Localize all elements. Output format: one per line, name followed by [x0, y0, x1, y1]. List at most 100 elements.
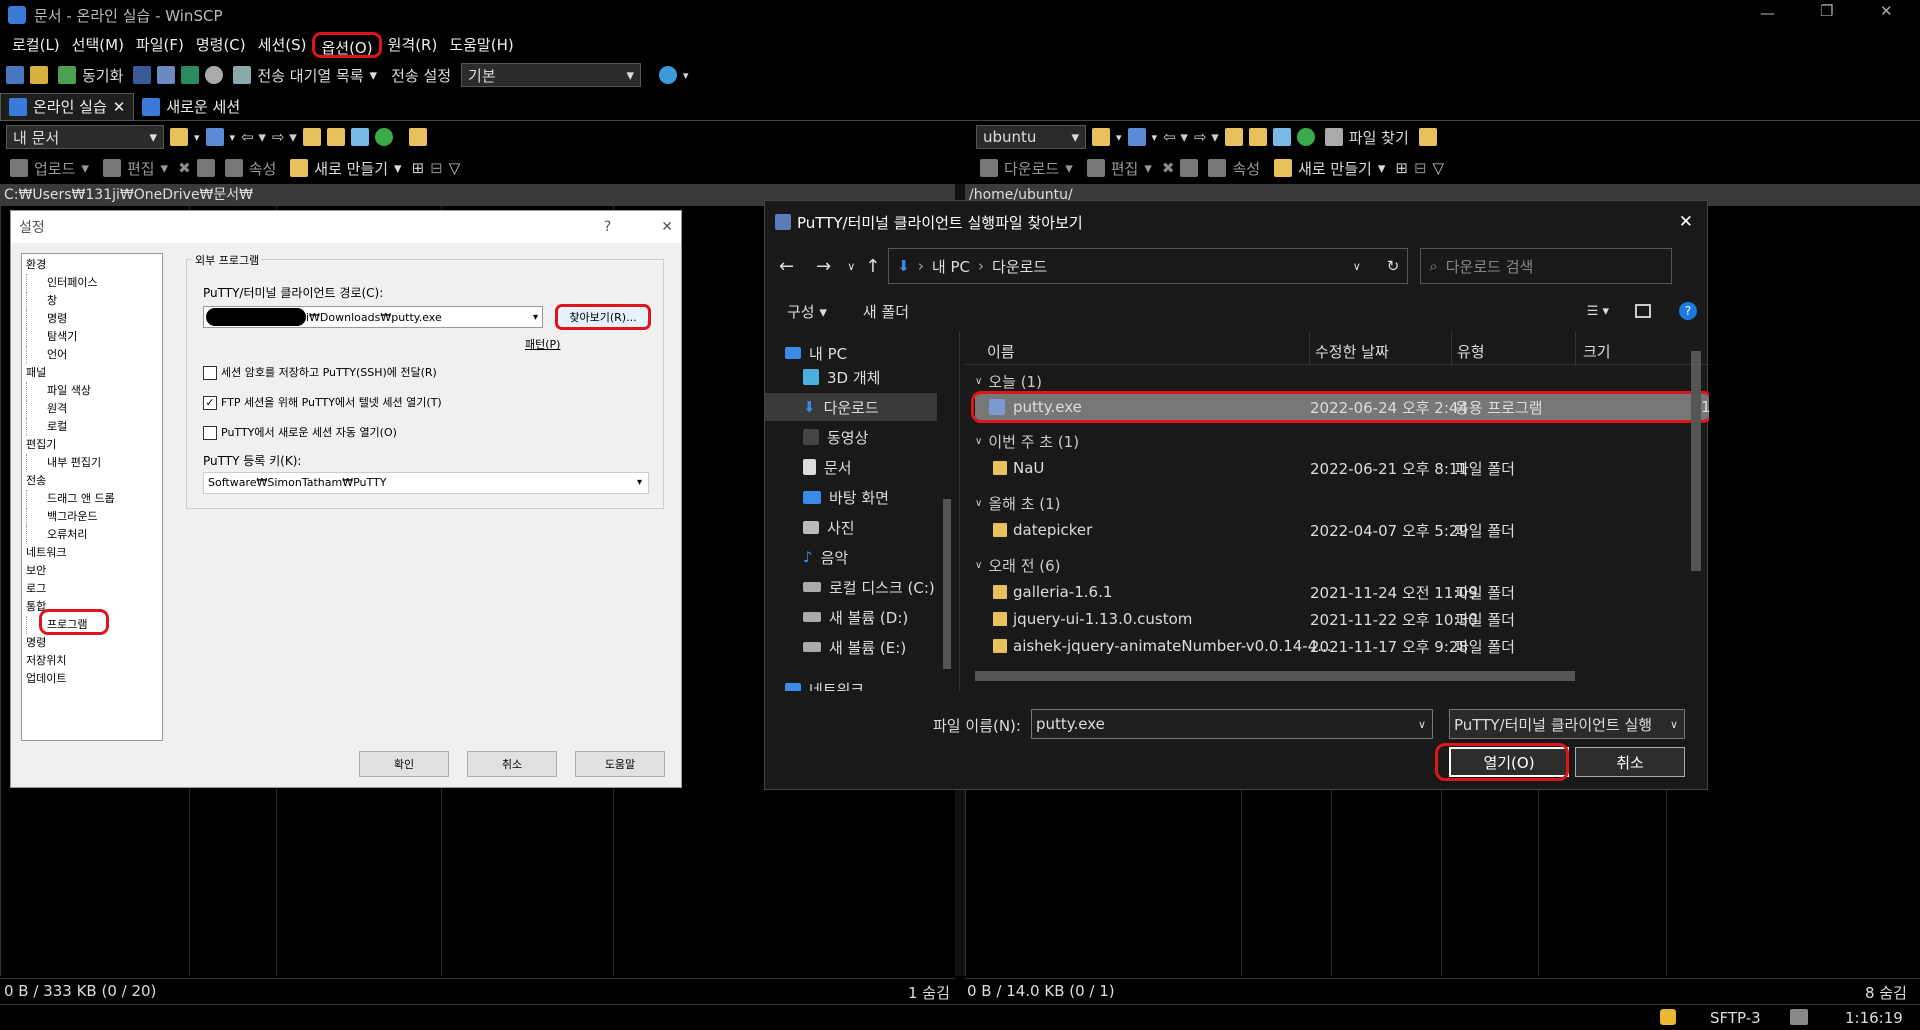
settings-tree-item[interactable]: 환경: [26, 256, 158, 274]
settings-tree-item[interactable]: 창: [26, 292, 158, 310]
breadcrumb-my-pc[interactable]: 내 PC: [932, 256, 970, 277]
settings-tree-item[interactable]: 로컬: [26, 418, 158, 436]
select-filter-icon[interactable]: ▽: [1433, 159, 1445, 177]
left-edit-button[interactable]: 편집 ▾: [99, 158, 172, 179]
refresh-icon[interactable]: [374, 128, 393, 146]
sidebar-volume-e[interactable]: 새 볼륨 (E:): [803, 633, 906, 661]
help-icon[interactable]: ?: [604, 219, 611, 235]
sidebar-downloads[interactable]: ⬇ 다운로드: [765, 393, 937, 421]
settings-tree-item[interactable]: 네트워크: [26, 544, 158, 562]
home-icon[interactable]: [350, 128, 369, 146]
upload-button[interactable]: 업로드 ▾: [6, 158, 93, 179]
file-list-hscrollbar[interactable]: [975, 671, 1575, 681]
transfer-preset-select[interactable]: 기본 ▾: [461, 63, 642, 87]
parent-folder-icon[interactable]: [302, 128, 321, 146]
back-arrow-icon[interactable]: ⇦ ▾: [241, 128, 266, 146]
right-new-button[interactable]: 새로 만들기 ▾: [1270, 158, 1389, 179]
search-box[interactable]: ⌕ 다운로드 검색: [1420, 248, 1673, 284]
sidebar-desktop[interactable]: 바탕 화면: [803, 483, 889, 511]
settings-tree-item[interactable]: 백그라운드: [26, 508, 158, 526]
deselect-icon[interactable]: ⊟: [430, 159, 443, 177]
left-properties-button[interactable]: 속성: [221, 158, 281, 179]
browse-button[interactable]: 찾아보기(R)...: [555, 304, 651, 330]
deselect-icon[interactable]: ⊟: [1414, 159, 1427, 177]
transfer-globe-icon[interactable]: [659, 66, 678, 84]
file-dialog-close-icon[interactable]: ✕: [1679, 212, 1693, 232]
settings-tree-item[interactable]: 오류처리: [26, 526, 158, 544]
file-row-datepicker[interactable]: datepicker 2022-04-07 오후 5:29 파일 폴더: [975, 517, 1709, 543]
bookmark-folder-icon[interactable]: [408, 128, 427, 146]
preferences-gear-icon[interactable]: [205, 66, 224, 84]
chevron-down-icon[interactable]: ∨: [1353, 260, 1361, 273]
compare-icon[interactable]: [6, 66, 24, 84]
back-arrow-icon[interactable]: ←: [779, 256, 794, 277]
delete-icon[interactable]: ✖: [178, 159, 191, 177]
settings-tree-item[interactable]: 파일 색상: [26, 382, 158, 400]
root-folder-icon[interactable]: [1248, 128, 1267, 146]
refresh-icon[interactable]: ↻: [1387, 257, 1400, 275]
synchronize-button[interactable]: 동기화: [54, 65, 127, 86]
refresh-icon[interactable]: [1296, 128, 1315, 146]
settings-tree-item[interactable]: 보안: [26, 562, 158, 580]
close-button[interactable]: ✕: [1880, 2, 1893, 20]
settings-tree-item[interactable]: 패널: [26, 364, 158, 382]
menu-remote[interactable]: 원격(R): [382, 32, 444, 58]
download-button[interactable]: 다운로드 ▾: [976, 158, 1077, 179]
tab-close-icon[interactable]: ✕: [113, 98, 126, 116]
breadcrumb-downloads[interactable]: 다운로드: [992, 256, 1047, 277]
settings-tree-item[interactable]: 업데이트: [26, 670, 158, 688]
menu-commands[interactable]: 명령(C): [190, 32, 252, 58]
sidebar-pictures[interactable]: 사진: [803, 513, 855, 541]
filter-icon[interactable]: [1127, 128, 1146, 146]
col-type[interactable]: 유형: [1457, 341, 1485, 362]
root-folder-icon[interactable]: [326, 128, 345, 146]
menu-file[interactable]: 파일(F): [130, 32, 190, 58]
sidebar-volume-d[interactable]: 새 볼륨 (D:): [803, 603, 908, 631]
settings-tree-item[interactable]: 명령: [26, 310, 158, 328]
forward-arrow-icon[interactable]: →: [816, 256, 831, 277]
sidebar-network[interactable]: 네트워크: [785, 675, 864, 691]
home-icon[interactable]: [1272, 128, 1291, 146]
sync-browse-icon[interactable]: [30, 66, 48, 84]
settings-tree-item[interactable]: 드래그 앤 드롭: [26, 490, 158, 508]
sidebar-scrollbar[interactable]: [943, 499, 951, 669]
menu-select[interactable]: 선택(M): [66, 32, 130, 58]
filename-input[interactable]: putty.exe ∨: [1031, 709, 1433, 739]
view-options-icon[interactable]: ☰ ▾: [1587, 304, 1609, 319]
chevron-down-icon[interactable]: ∨: [847, 260, 855, 273]
console-icon[interactable]: [133, 66, 152, 84]
settings-tree-item[interactable]: 저장위치: [26, 652, 158, 670]
ok-button[interactable]: 확인: [359, 751, 449, 777]
settings-tree-item[interactable]: 명령: [26, 634, 158, 652]
delete-icon[interactable]: ✖: [1162, 159, 1175, 177]
right-properties-button[interactable]: 속성: [1204, 158, 1264, 179]
filter-icon[interactable]: [205, 128, 224, 146]
settings-tree-item[interactable]: 원격: [26, 400, 158, 418]
settings-help-button[interactable]: 도움말: [575, 751, 665, 777]
up-arrow-icon[interactable]: ↑: [865, 256, 880, 277]
select-all-icon[interactable]: ⊞: [412, 159, 425, 177]
patterns-link[interactable]: 패턴(P): [525, 336, 560, 352]
back-arrow-icon[interactable]: ⇦ ▾: [1163, 128, 1188, 146]
address-bar[interactable]: ⬇ › 내 PC › 다운로드 ∨ ↻: [888, 248, 1409, 284]
menu-options[interactable]: 옵션(O): [312, 32, 382, 58]
select-all-icon[interactable]: ⊞: [1395, 159, 1408, 177]
right-location-select[interactable]: ubuntu ▾: [976, 125, 1086, 149]
maximize-button[interactable]: ❐: [1820, 2, 1833, 20]
tab-new-session[interactable]: 새로운 세션: [134, 93, 248, 121]
file-dialog-cancel-button[interactable]: 취소: [1575, 747, 1685, 777]
settings-tree-item[interactable]: 내부 편집기: [26, 454, 158, 472]
settings-tree-item[interactable]: 로그: [26, 580, 158, 598]
file-row-aishek[interactable]: aishek-jquery-animateNumber-v0.0.14-4...…: [975, 633, 1709, 659]
left-location-select[interactable]: 내 문서 ▾: [6, 125, 164, 149]
col-date[interactable]: 수정한 날짜: [1315, 341, 1389, 362]
settings-cancel-button[interactable]: 취소: [467, 751, 557, 777]
option-auto-open[interactable]: PuTTY에서 새로운 세션 자동 열기(O): [203, 424, 397, 440]
nav-sidebar[interactable]: 내 PC 3D 개체 ⬇ 다운로드 동영상 문서 바탕 화면 사진 ♪ 음악 로컬 …: [765, 331, 960, 691]
select-filter-icon[interactable]: ▽: [449, 159, 461, 177]
bookmark-folder-icon[interactable]: [1418, 128, 1437, 146]
sidebar-local-disk[interactable]: 로컬 디스크 (C:): [803, 573, 935, 601]
menu-session[interactable]: 세션(S): [252, 32, 313, 58]
option-save-password[interactable]: 세션 암호를 저장하고 PuTTY(SSH)에 전달(R): [203, 364, 437, 380]
file-list[interactable]: 이름 수정한 날짜 유형 크기 ∨ 오늘 (1) putty.exe 2022-0…: [965, 331, 1709, 691]
